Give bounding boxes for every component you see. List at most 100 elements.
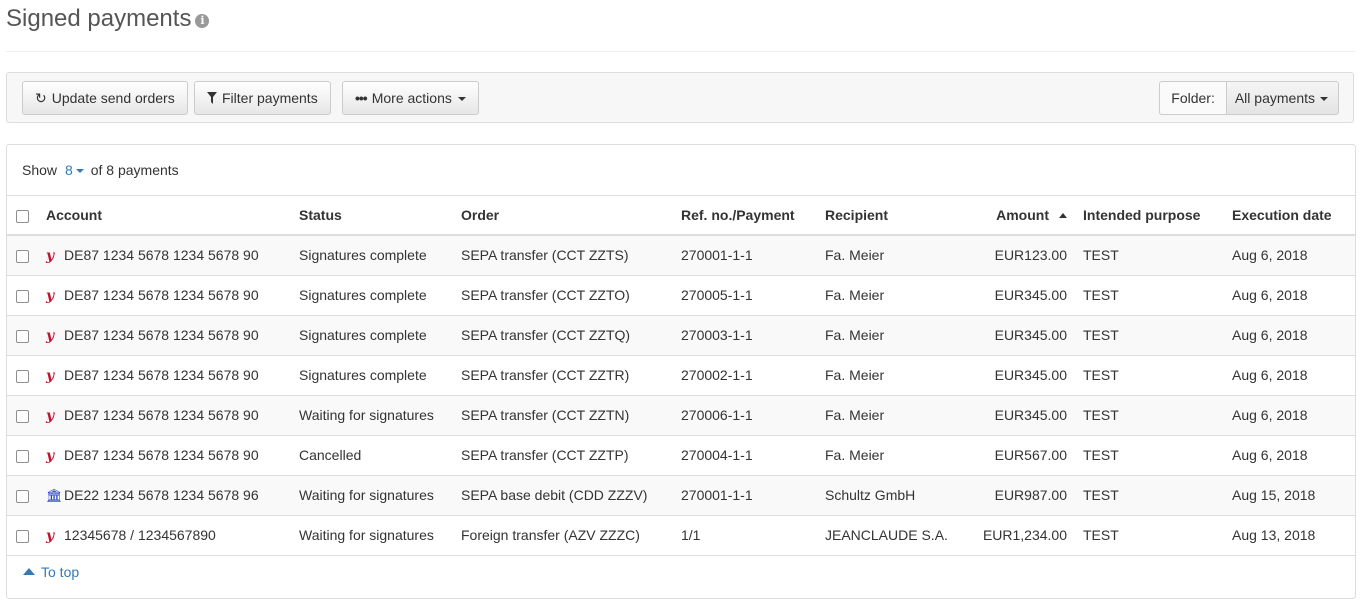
row-checkbox[interactable]: [16, 529, 29, 543]
row-checkbox[interactable]: [16, 369, 29, 383]
amount-cell: EUR345.00: [973, 394, 1083, 435]
col-execution-date[interactable]: Execution date: [1232, 195, 1355, 236]
page-header: Signed payments i: [6, 4, 1356, 52]
execution-date-cell: Aug 6, 2018: [1232, 314, 1355, 355]
row-checkbox[interactable]: [16, 329, 29, 343]
select-all-checkbox[interactable]: [16, 209, 29, 223]
table-row[interactable]: y DE87 1234 5678 1234 5678 90 Waiting for …: [7, 394, 1355, 435]
table-row[interactable]: y DE87 1234 5678 1234 5678 90 Signatures c…: [7, 354, 1355, 395]
row-select-cell: [7, 514, 46, 556]
execution-date-cell: Aug 6, 2018: [1232, 234, 1355, 275]
row-checkbox[interactable]: [16, 249, 29, 263]
ref-cell: 270004-1-1: [681, 434, 825, 475]
folder-label: Folder:: [1159, 81, 1226, 115]
col-purpose[interactable]: Intended purpose: [1083, 195, 1232, 236]
to-top-link[interactable]: To top: [23, 564, 79, 580]
update-send-orders-button[interactable]: ↻ Update send orders: [22, 81, 188, 115]
order-cell: Foreign transfer (AZV ZZZC): [461, 514, 681, 556]
filter-payments-button[interactable]: Filter payments: [194, 81, 331, 115]
ref-cell: 270006-1-1: [681, 394, 825, 435]
more-actions-button[interactable]: ••• More actions: [342, 81, 479, 115]
folder-dropdown[interactable]: All payments: [1225, 81, 1339, 115]
recipient-cell: JEANCLAUDE S.A.: [825, 514, 973, 556]
page-size-dropdown[interactable]: 8: [65, 162, 84, 178]
chevron-down-icon: [1320, 97, 1328, 101]
row-checkbox[interactable]: [16, 289, 29, 303]
recipient-cell: Fa. Meier: [825, 274, 973, 315]
row-select-cell: [7, 274, 46, 315]
execution-date-cell: Aug 6, 2018: [1232, 274, 1355, 315]
execution-date-cell: Aug 6, 2018: [1232, 354, 1355, 395]
account-number: DE87 1234 5678 1234 5678 90: [64, 406, 259, 423]
table-row[interactable]: y DE87 1234 5678 1234 5678 90 Signatures c…: [7, 314, 1355, 355]
account-number: DE87 1234 5678 1234 5678 90: [64, 446, 259, 463]
account-cell: y DE87 1234 5678 1234 5678 90: [46, 394, 299, 435]
execution-date-cell: Aug 6, 2018: [1232, 394, 1355, 435]
account-type-icon: y: [46, 367, 55, 384]
chevron-down-icon: [75, 169, 84, 173]
purpose-cell: TEST: [1083, 474, 1232, 515]
row-checkbox[interactable]: [16, 489, 29, 503]
recipient-cell: Fa. Meier: [825, 434, 973, 475]
purpose-cell: TEST: [1083, 354, 1232, 395]
order-cell: SEPA base debit (CDD ZZZV): [461, 474, 681, 515]
info-circle-icon[interactable]: i: [195, 14, 210, 28]
row-checkbox[interactable]: [16, 409, 29, 423]
status-cell: Waiting for signatures: [299, 474, 461, 515]
col-status[interactable]: Status: [299, 195, 461, 236]
status-cell: Signatures complete: [299, 234, 461, 275]
status-cell: Signatures complete: [299, 354, 461, 395]
refresh-icon: ↻: [35, 90, 47, 106]
page-size-bar: Show 8 of 8 payments: [22, 162, 179, 178]
purpose-cell: TEST: [1083, 274, 1232, 315]
account-number: DE87 1234 5678 1234 5678 90: [64, 326, 259, 343]
table-row[interactable]: y 12345678 / 1234567890 Waiting for signat…: [7, 514, 1355, 556]
recipient-cell: Fa. Meier: [825, 354, 973, 395]
order-cell: SEPA transfer (CCT ZZTP): [461, 434, 681, 475]
execution-date-cell: Aug 6, 2018: [1232, 434, 1355, 475]
filter-icon: [207, 82, 217, 114]
amount-cell: EUR123.00: [973, 234, 1083, 275]
status-cell: Cancelled: [299, 434, 461, 475]
ref-cell: 270001-1-1: [681, 234, 825, 275]
status-cell: Signatures complete: [299, 274, 461, 315]
payments-table-body: y DE87 1234 5678 1234 5678 90 Signatures c…: [7, 234, 1355, 556]
order-cell: SEPA transfer (CCT ZZTS): [461, 234, 681, 275]
row-select-cell: [7, 314, 46, 355]
account-cell: y DE87 1234 5678 1234 5678 90: [46, 314, 299, 355]
col-recipient[interactable]: Recipient: [825, 195, 973, 236]
purpose-cell: TEST: [1083, 514, 1232, 556]
arrow-up-icon: [23, 568, 35, 575]
ref-cell: 1/1: [681, 514, 825, 556]
amount-cell: EUR567.00: [973, 434, 1083, 475]
col-ref[interactable]: Ref. no./Payment: [681, 195, 825, 236]
execution-date-cell: Aug 15, 2018: [1232, 474, 1355, 515]
account-number: DE87 1234 5678 1234 5678 90: [64, 366, 259, 383]
amount-cell: EUR345.00: [973, 314, 1083, 355]
account-type-icon: y: [46, 327, 55, 344]
status-cell: Waiting for signatures: [299, 394, 461, 435]
table-row[interactable]: y DE87 1234 5678 1234 5678 90 Cancelled SEP…: [7, 434, 1355, 475]
account-number: DE87 1234 5678 1234 5678 90: [64, 286, 259, 303]
row-checkbox[interactable]: [16, 449, 29, 463]
col-account[interactable]: Account: [46, 195, 299, 236]
status-cell: Waiting for signatures: [299, 514, 461, 556]
folder-selector: Folder: All payments: [1159, 81, 1339, 115]
col-order[interactable]: Order: [461, 195, 681, 236]
select-all-cell: [7, 195, 46, 236]
execution-date-cell: Aug 13, 2018: [1232, 514, 1355, 556]
recipient-cell: Fa. Meier: [825, 394, 973, 435]
ellipsis-icon: •••: [355, 90, 368, 106]
row-select-cell: [7, 354, 46, 395]
account-cell: y DE87 1234 5678 1234 5678 90: [46, 274, 299, 315]
account-number: DE87 1234 5678 1234 5678 90: [64, 246, 259, 263]
table-row[interactable]: y DE87 1234 5678 1234 5678 90 Signatures c…: [7, 234, 1355, 275]
table-row[interactable]: 🏛DE22 1234 5678 1234 5678 96 Waiting for …: [7, 474, 1355, 515]
account-cell: y DE87 1234 5678 1234 5678 90: [46, 434, 299, 475]
ref-cell: 270003-1-1: [681, 314, 825, 355]
table-row[interactable]: y DE87 1234 5678 1234 5678 90 Signatures c…: [7, 274, 1355, 315]
col-amount[interactable]: Amount: [973, 195, 1083, 236]
account-cell: y DE87 1234 5678 1234 5678 90: [46, 234, 299, 275]
toolbar: ↻ Update send orders Filter payments ••• M…: [6, 72, 1354, 123]
sort-ascending-icon: [1059, 212, 1067, 218]
